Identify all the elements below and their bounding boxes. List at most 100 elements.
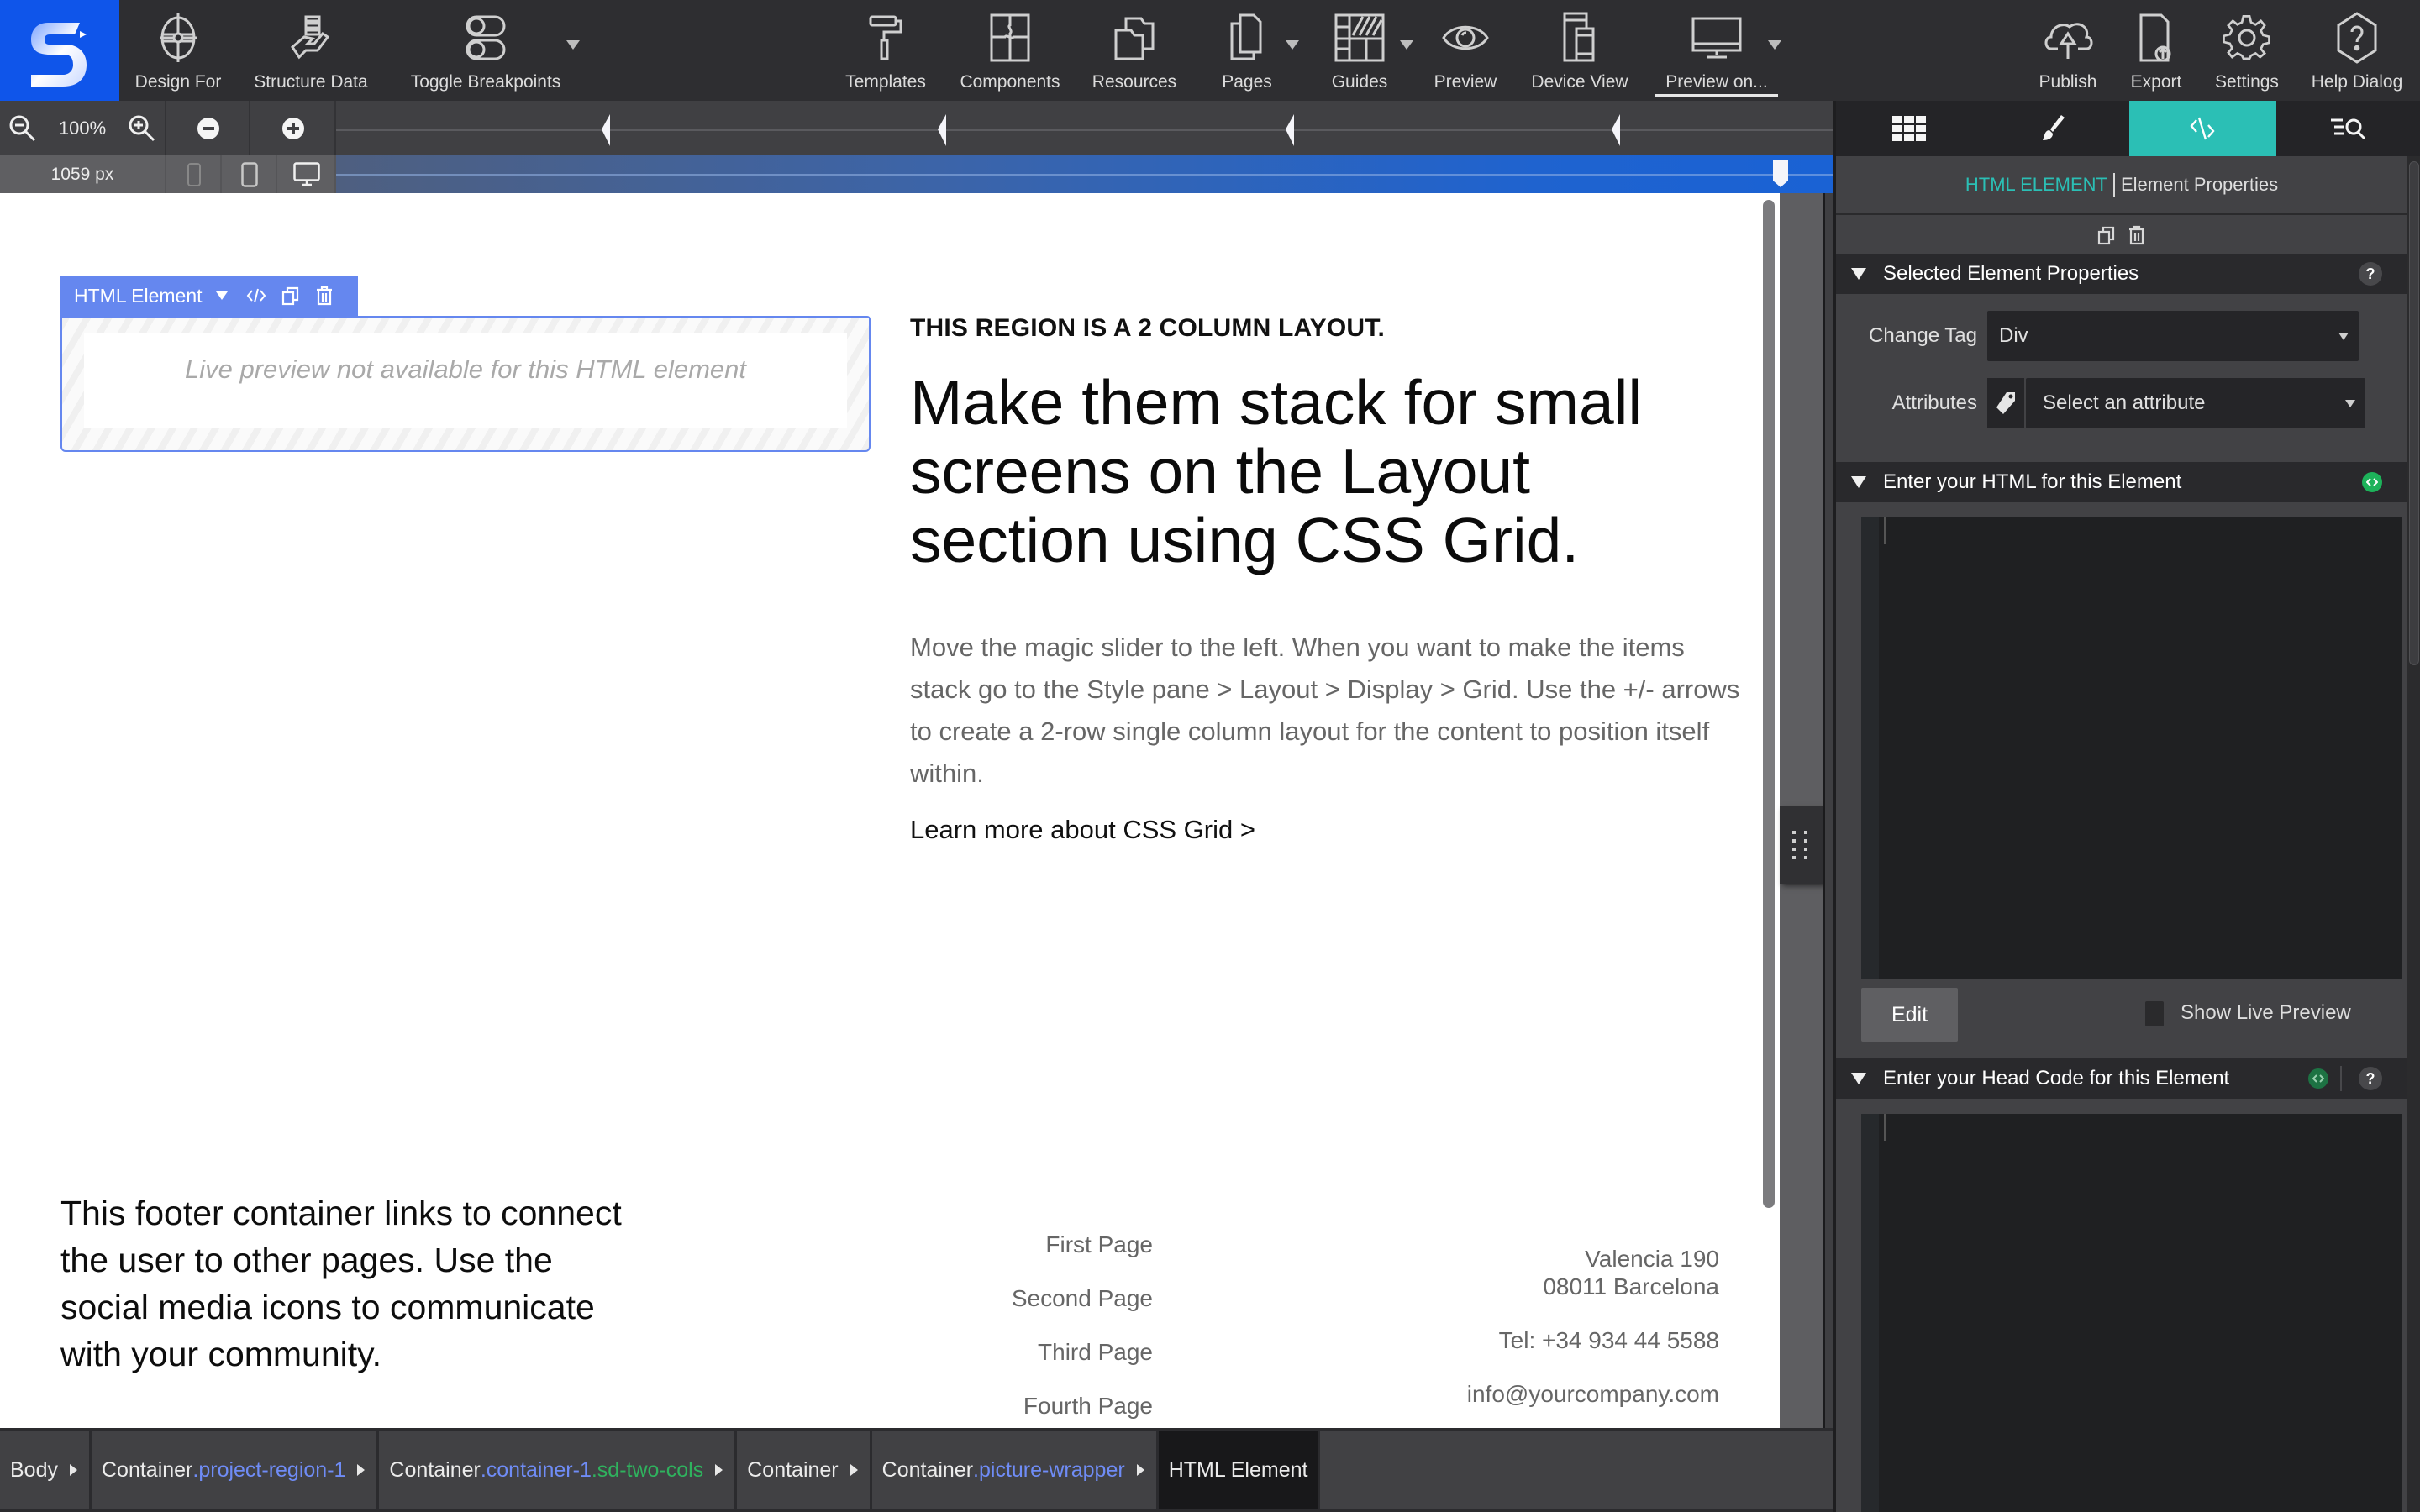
breakpoint-marker-4[interactable] xyxy=(1610,114,1622,146)
tab-layout[interactable] xyxy=(1836,101,1983,156)
canvas-resize-handle[interactable] xyxy=(1780,806,1823,884)
toggle-breakpoints-button[interactable]: Toggle Breakpoints xyxy=(408,0,580,101)
structure-data-button[interactable]: Structure Data xyxy=(252,0,370,101)
panel-title-section: Element Properties xyxy=(2121,173,2279,195)
settings-button[interactable]: Settings xyxy=(2212,0,2282,101)
breadcrumb-label: Container xyxy=(881,1457,974,1482)
zoom-out-icon[interactable] xyxy=(8,114,37,143)
divider xyxy=(2340,1066,2342,1091)
code-status-icon[interactable] xyxy=(2308,1068,2328,1089)
breadcrumb-item-body[interactable]: Body xyxy=(0,1431,92,1509)
section-head-code[interactable]: Enter your Head Code for this Element ? xyxy=(1836,1058,2407,1099)
tab-style[interactable] xyxy=(1983,101,2130,156)
edit-button[interactable]: Edit xyxy=(1861,988,1958,1042)
canvas-scrollbar[interactable] xyxy=(1763,200,1775,1208)
duplicate-icon[interactable] xyxy=(2097,225,2116,245)
list-search-icon xyxy=(2330,118,2365,140)
code-icon[interactable] xyxy=(246,286,266,305)
help-dialog-button[interactable]: Help Dialog xyxy=(2309,0,2405,101)
design-for-button[interactable]: Design For xyxy=(135,0,221,101)
chevron-down-icon[interactable] xyxy=(566,40,580,50)
head-code-editor[interactable] xyxy=(1861,1114,2402,1512)
width-slider-track[interactable] xyxy=(336,155,1833,193)
chevron-down-icon[interactable] xyxy=(1400,40,1413,50)
breakpoint-marker-3[interactable] xyxy=(1284,114,1296,146)
email-address[interactable]: info@yourcompany.com xyxy=(1260,1354,1719,1408)
code-icon xyxy=(2190,117,2215,140)
templates-label: Templates xyxy=(845,72,926,92)
help-icon[interactable]: ? xyxy=(2359,262,2382,286)
section-title: Enter your Head Code for this Element xyxy=(1883,1067,2230,1089)
breadcrumb-class: .container-1 xyxy=(480,1457,592,1482)
preview-on-button[interactable]: Preview on... xyxy=(1655,0,1781,101)
zoom-controls: 100% xyxy=(0,101,166,155)
html-code-editor[interactable] xyxy=(1861,517,2402,979)
footer-link[interactable]: Third Page xyxy=(924,1339,1153,1393)
tab-search[interactable] xyxy=(2276,101,2420,156)
width-slider-handle[interactable] xyxy=(1773,160,1788,187)
breakpoint-marker-2[interactable] xyxy=(936,114,948,146)
chevron-down-icon[interactable] xyxy=(1286,40,1299,50)
guides-button[interactable]: Guides xyxy=(1326,0,1413,101)
change-tag-select[interactable]: Div xyxy=(1987,311,2359,361)
guides-icon xyxy=(1334,13,1385,62)
panel-scrollbar[interactable] xyxy=(2407,156,2420,1512)
breadcrumb-item-project-region[interactable]: Container .project-region-1 xyxy=(91,1431,380,1509)
breadcrumb-item-two-cols[interactable]: Container .container-1 .sd-two-cols xyxy=(379,1431,738,1509)
show-live-preview-label[interactable]: Show Live Preview xyxy=(2181,1001,2351,1025)
breadcrumb-item-picture-wrapper[interactable]: Container .picture-wrapper xyxy=(871,1431,1159,1509)
attribute-select[interactable]: Select an attribute xyxy=(2026,378,2365,428)
breadcrumb-item-current[interactable]: HTML Element xyxy=(1158,1431,1321,1509)
app-logo[interactable] xyxy=(0,0,119,101)
resources-button[interactable]: Resources xyxy=(1091,0,1178,101)
hand-coins-icon xyxy=(291,15,330,60)
device-phone-button[interactable] xyxy=(168,155,222,193)
html-element[interactable]: Live preview not available for this HTML… xyxy=(60,316,871,452)
duplicate-icon[interactable] xyxy=(281,286,300,306)
tag-icon xyxy=(1996,392,2015,414)
trash-icon[interactable] xyxy=(2128,225,2146,245)
minus-circle-icon xyxy=(197,117,219,139)
device-tablet-button[interactable] xyxy=(224,155,277,193)
page-canvas[interactable]: HTML Element Live preview not available … xyxy=(0,193,1780,1428)
cloud-upload-icon xyxy=(2044,23,2093,59)
section-html-code[interactable]: Enter your HTML for this Element xyxy=(1836,462,2407,502)
section-selected-element-properties[interactable]: Selected Element Properties ? xyxy=(1836,254,2407,294)
pages-button[interactable]: Pages xyxy=(1213,0,1299,101)
breadcrumb-item-container[interactable]: Container xyxy=(737,1431,872,1509)
chevron-down-icon[interactable] xyxy=(215,291,228,300)
code-status-icon[interactable] xyxy=(2362,472,2382,492)
help-icon[interactable]: ? xyxy=(2359,1067,2382,1090)
device-view-button[interactable]: Device View xyxy=(1528,0,1632,101)
pages-icon xyxy=(1230,13,1262,60)
section-headline: Make them stack for small screens on the… xyxy=(910,367,1643,575)
attribute-select-placeholder: Select an attribute xyxy=(2043,391,2206,414)
zoom-in-icon[interactable] xyxy=(128,114,156,143)
learn-more-link[interactable]: Learn more about CSS Grid > xyxy=(910,815,1742,845)
canvas-width-readout: 1059 px xyxy=(0,155,166,193)
caret-right-icon xyxy=(357,1464,366,1476)
remove-breakpoint-button[interactable] xyxy=(168,101,250,155)
device-desktop-button[interactable] xyxy=(279,155,336,193)
trash-icon[interactable] xyxy=(315,286,334,306)
footer-link[interactable]: First Page xyxy=(924,1231,1153,1285)
title-divider xyxy=(2113,172,2115,197)
tab-code[interactable] xyxy=(2129,101,2276,156)
components-button[interactable]: Components xyxy=(958,0,1062,101)
show-live-preview-checkbox[interactable] xyxy=(2145,1001,2164,1026)
element-type-label[interactable]: HTML Element xyxy=(74,285,203,307)
attribute-tag-button[interactable] xyxy=(1987,378,2024,428)
publish-button[interactable]: Publish xyxy=(2030,0,2106,101)
templates-button[interactable]: Templates xyxy=(844,0,928,101)
collapse-triangle-icon xyxy=(1851,1073,1866,1084)
export-button[interactable]: Export xyxy=(2123,0,2190,101)
logo-s-icon xyxy=(31,23,87,87)
add-breakpoint-button[interactable] xyxy=(252,101,336,155)
preview-button[interactable]: Preview xyxy=(1432,0,1499,101)
footer-link[interactable]: Second Page xyxy=(924,1285,1153,1339)
breakpoint-marker-1[interactable] xyxy=(600,114,612,146)
panel-scrollbar-thumb[interactable] xyxy=(2409,161,2419,665)
collapse-triangle-icon xyxy=(1851,268,1866,280)
footer-link[interactable]: Fourth Page xyxy=(924,1393,1153,1428)
chevron-down-icon[interactable] xyxy=(1768,40,1781,50)
